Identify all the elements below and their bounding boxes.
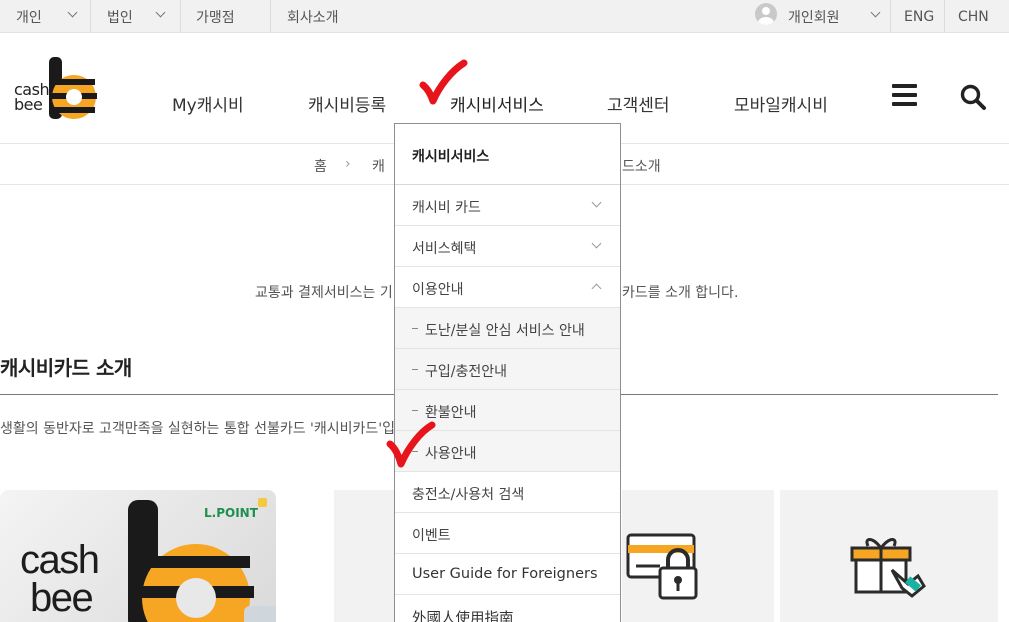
breadcrumb-separator: ›	[345, 156, 351, 172]
dropdown-item-label: 캐시비 카드	[412, 200, 481, 216]
dropdown-item-charge-store-search[interactable]: 충전소/사용처 검색	[395, 472, 620, 513]
dropdown-subitem-theft-loss[interactable]: 도난/분실 안심 서비스 안내	[395, 308, 620, 349]
dash-bullet-icon	[412, 410, 418, 411]
dropdown-item-cashbee-card[interactable]: 캐시비 카드	[395, 185, 620, 226]
lang-eng-link[interactable]: ENG	[904, 0, 934, 33]
breadcrumb-home[interactable]: 홈	[314, 156, 327, 176]
dropdown-item-user-guide-foreigners[interactable]: User Guide for Foreigners	[395, 554, 620, 595]
topbar-item-corporate[interactable]: 법인	[107, 0, 133, 33]
section-title: 캐시비카드 소개	[0, 356, 132, 380]
member-type-label: 개인회원	[788, 9, 840, 26]
dropdown-item-service-benefits[interactable]: 서비스혜택	[395, 226, 620, 267]
nav-mobile-cashbee[interactable]: 모바일캐시비	[734, 91, 828, 116]
lang-chn-link[interactable]: CHN	[958, 0, 989, 33]
dropdown-item-event[interactable]: 이벤트	[395, 513, 620, 554]
chevron-up-icon	[591, 283, 602, 294]
dropdown-item-label: 충전소/사용처 검색	[412, 487, 525, 503]
logo-b-icon	[49, 57, 97, 119]
service-dropdown-menu: 캐시비서비스 캐시비 카드 서비스혜택 이용안내 도난/분실 안심 서비스 안내…	[394, 123, 621, 622]
chevron-down-icon	[591, 238, 602, 249]
topbar-item-label: 회사소개	[287, 9, 339, 26]
search-icon[interactable]	[959, 83, 987, 111]
dropdown-subitem-label: 구입/충전안내	[425, 364, 507, 380]
divider	[890, 0, 891, 33]
divider	[270, 0, 271, 33]
dropdown-title: 캐시비서비스	[412, 149, 490, 165]
gift-service-card[interactable]	[780, 490, 998, 622]
divider	[180, 0, 181, 33]
logo-text-bee: bee	[14, 95, 43, 114]
section-description: 생활의 동반자로 고객만족을 실현하는 통합 선불카드 '캐시비카드'입	[0, 421, 396, 437]
dropdown-item-label: 서비스혜택	[412, 241, 477, 257]
intro-text-left: 교통과 결제서비스는 기	[255, 285, 393, 301]
top-utility-bar: 개인 법인 가맹점 회사소개 개인회원 ENG CHN	[0, 0, 1009, 33]
lpoint-logo-text: L.POINT	[204, 506, 258, 520]
breadcrumb-current: 드소개	[622, 159, 661, 175]
red-check-mark-icon	[386, 421, 436, 468]
intro-text-right: 카드를 소개 합니다.	[622, 285, 739, 301]
gift-box-icon	[850, 538, 926, 598]
topbar-item-label: 가맹점	[196, 9, 235, 26]
dash-bullet-icon	[412, 369, 418, 370]
topbar-item-label: 법인	[107, 9, 133, 26]
user-avatar-icon	[755, 3, 777, 25]
dropdown-item-usage-guide[interactable]: 이용안내	[395, 267, 620, 308]
dropdown-item-label: 이벤트	[412, 528, 451, 544]
breadcrumb-level1[interactable]: 캐	[372, 156, 385, 176]
dash-bullet-icon	[412, 328, 418, 329]
member-type-select[interactable]: 개인회원	[788, 0, 840, 33]
cashbee-logo[interactable]: cash bee	[14, 57, 98, 121]
topbar-item-merchant[interactable]: 가맹점	[196, 0, 235, 33]
lang-chn-label: CHN	[958, 8, 989, 25]
dropdown-title-row: 캐시비서비스	[395, 124, 620, 185]
chevron-down-icon[interactable]	[155, 7, 166, 18]
card-brand-cash: cash	[20, 538, 100, 582]
security-service-card[interactable]	[622, 490, 774, 622]
nav-my-cashbee[interactable]: My캐시비	[172, 91, 244, 116]
chevron-down-icon	[591, 197, 602, 208]
topbar-item-label: 개인	[16, 9, 42, 26]
dropdown-subitem-purchase-charge[interactable]: 구입/충전안내	[395, 349, 620, 390]
cashbee-card-image[interactable]: cash bee L.POINT	[0, 490, 276, 622]
red-check-mark-icon	[419, 59, 468, 105]
divider	[90, 0, 91, 33]
nav-customer-center[interactable]: 고객센터	[607, 91, 670, 116]
lpoint-badge-icon	[258, 498, 267, 507]
card-brand-bee: bee	[30, 576, 94, 620]
dropdown-subitem-label: 도난/분실 안심 서비스 안내	[425, 323, 585, 339]
chevron-down-icon[interactable]	[67, 7, 78, 18]
divider	[944, 0, 945, 33]
dropdown-item-foreigner-guide-chinese[interactable]: 外國人使用指南	[395, 595, 620, 622]
card-lock-icon	[626, 533, 698, 600]
dropdown-item-label: 外國人使用指南	[412, 611, 514, 622]
chevron-down-icon[interactable]	[870, 7, 881, 18]
nav-cashbee-register[interactable]: 캐시비등록	[308, 91, 386, 116]
topbar-item-personal[interactable]: 개인	[16, 0, 42, 33]
menu-icon[interactable]	[892, 84, 917, 106]
dropdown-item-label: 이용안내	[412, 282, 464, 298]
dropdown-subitem-label: 환불안내	[425, 405, 477, 421]
topbar-item-company[interactable]: 회사소개	[287, 0, 339, 33]
phone-icon	[244, 606, 276, 622]
lang-eng-label: ENG	[904, 8, 935, 25]
dropdown-item-label: User Guide for Foreigners	[412, 566, 598, 582]
